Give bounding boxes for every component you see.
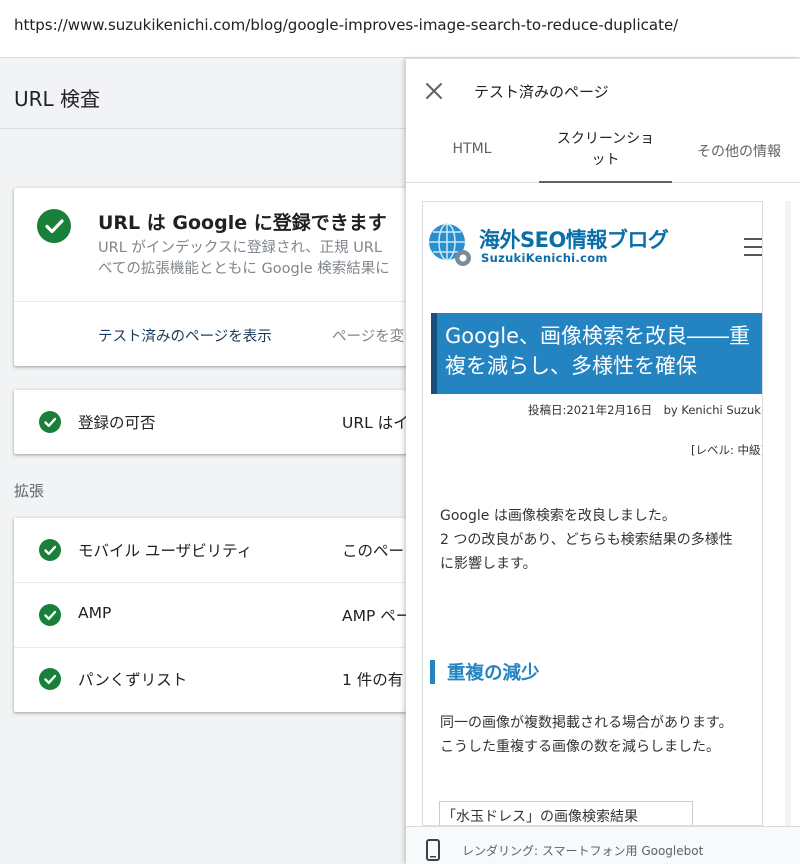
- check-circle-icon: [39, 604, 61, 626]
- paragraph: 同一の画像が複数掲載される場合があります。 こうした重複する画像の数を減らしまし…: [440, 715, 733, 755]
- enhancements-card: モバイル ユーザビリティ このペー AMP AMP ペー パンくずリスト 1 件…: [14, 518, 406, 712]
- tab-more-info[interactable]: その他の情報: [686, 125, 792, 183]
- tab-screenshot[interactable]: スクリーンショ ット: [539, 125, 672, 183]
- check-circle-icon: [39, 668, 61, 690]
- enhancement-label: AMP: [78, 604, 112, 622]
- section-heading: 重複の減少: [447, 663, 540, 684]
- indexability-label: 登録の可否: [78, 414, 156, 432]
- address-bar[interactable]: https://www.suzukikenichi.com/blog/googl…: [0, 0, 800, 58]
- enhancement-value: このペー: [342, 542, 405, 560]
- tab-html[interactable]: HTML: [426, 125, 518, 183]
- enhancement-value: 1 件の有: [342, 671, 404, 689]
- url-text[interactable]: https://www.suzukikenichi.com/blog/googl…: [14, 16, 678, 34]
- post-meta: 投稿日:2021年2月16日 by Kenichi Suzuki: [528, 403, 763, 417]
- other-action-button[interactable]: ページを変: [332, 325, 404, 346]
- smartphone-icon: [426, 839, 440, 861]
- check-circle-icon: [37, 209, 71, 243]
- broken-image: 「水玉ドレス」の画像検索結果: [439, 801, 693, 825]
- render-info-bar: レンダリング: スマートフォン用 Googlebot: [406, 826, 800, 864]
- check-circle-icon: [39, 411, 61, 433]
- site-name: 海外SEO情報ブログ: [479, 228, 669, 252]
- enhancement-label: パンくずリスト: [78, 671, 188, 689]
- check-circle-icon: [39, 539, 61, 561]
- article-level: [レベル: 中級]: [691, 443, 763, 457]
- heading-marker: [430, 660, 435, 684]
- enhancement-label: モバイル ユーザビリティ: [78, 542, 253, 560]
- panel-tabs: HTML スクリーンショ ット その他の情報: [406, 125, 800, 183]
- divider: [14, 647, 406, 648]
- panel-title: テスト済みのページ: [474, 83, 609, 101]
- paragraph: Google は画像検索を改良しました。 2 つの改良があり、どちらも検索結果の…: [440, 508, 733, 572]
- status-title: URL は Google に登録できます: [98, 212, 387, 234]
- enhancement-value: AMP ペー: [342, 607, 406, 625]
- menu-icon[interactable]: [744, 238, 762, 256]
- status-description: URL がインデックスに登録され、正規 URL べての拡張機能とともに Goog…: [98, 240, 390, 277]
- page-header: URL 検査: [0, 59, 406, 129]
- scrollbar[interactable]: [784, 201, 792, 826]
- globe-logo-icon: [429, 223, 471, 266]
- enhancements-heading: 拡張: [14, 482, 45, 500]
- rendering-info: レンダリング: スマートフォン用 Googlebot: [462, 844, 704, 858]
- site-domain: SuzukiKenichi.com: [481, 251, 608, 265]
- indexability-card[interactable]: 登録の可否 URL はイ: [14, 390, 406, 454]
- index-status-card: URL は Google に登録できます URL がインデックスに登録され、正規…: [14, 188, 414, 366]
- page-title: URL 検査: [14, 87, 101, 111]
- article-title-banner: Google、画像検索を改良――重 複を減らし、多様性を確保: [431, 313, 762, 394]
- view-tested-page-button[interactable]: テスト済みのページを表示: [98, 325, 272, 346]
- divider: [14, 582, 406, 583]
- divider: [14, 301, 414, 302]
- indexability-value: URL はイ: [342, 414, 406, 432]
- close-icon[interactable]: [422, 79, 446, 103]
- tested-page-panel: テスト済みのページ HTML スクリーンショ ット その他の情報 海外SEO情報…: [406, 59, 800, 864]
- article-title: Google、画像検索を改良――重 複を減らし、多様性を確保: [445, 324, 751, 378]
- rendered-screenshot[interactable]: 海外SEO情報ブログ SuzukiKenichi.com Google、画像検索…: [422, 201, 763, 826]
